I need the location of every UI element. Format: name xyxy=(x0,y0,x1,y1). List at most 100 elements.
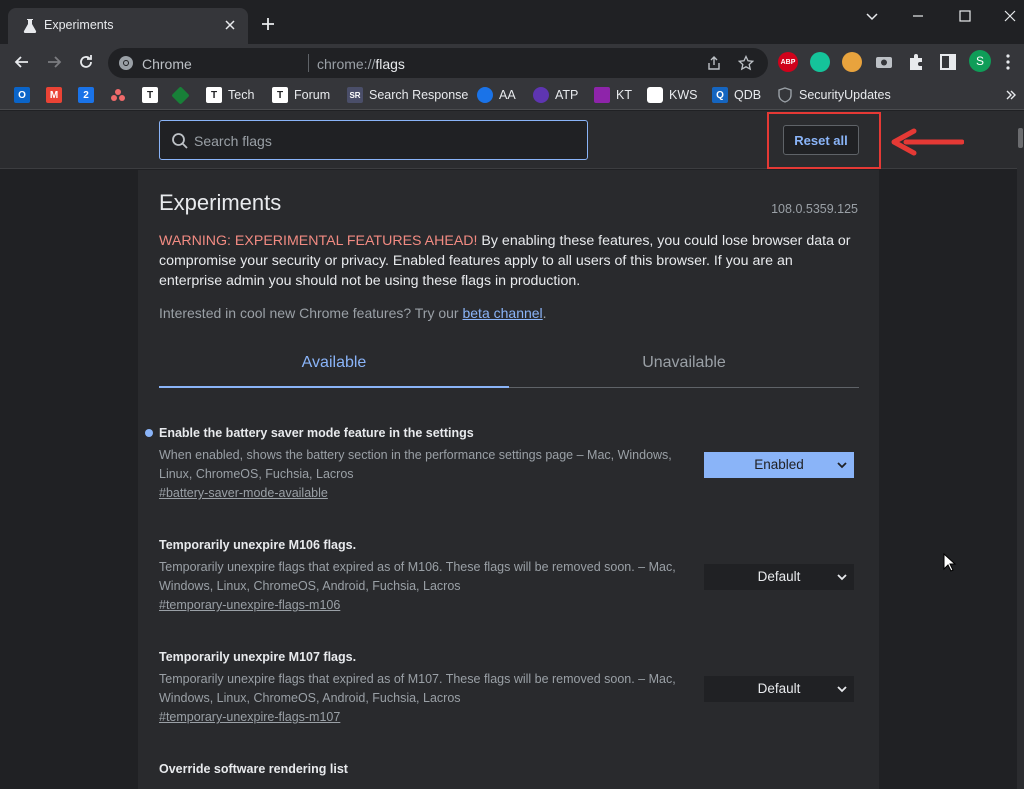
hand-icon xyxy=(533,87,549,103)
bookmark-item[interactable]: T Forum xyxy=(272,85,330,105)
tab-unavailable[interactable]: Unavailable xyxy=(509,354,859,372)
grammarly-icon[interactable] xyxy=(810,52,830,72)
bookmark-label: AA xyxy=(499,88,516,102)
bookmark-item[interactable]: KT xyxy=(594,85,632,105)
search-box xyxy=(159,120,588,160)
flag-item: Override software rendering list xyxy=(159,762,859,776)
tab-search-icon[interactable] xyxy=(860,6,884,26)
bookmark-item[interactable]: SR Search Response xyxy=(347,85,468,105)
tab-strip: Experiments xyxy=(0,0,1024,44)
tab-active-indicator xyxy=(159,386,509,388)
version-label: 108.0.5359.125 xyxy=(771,202,858,216)
flag-description: Temporarily unexpire flags that expired … xyxy=(159,560,676,593)
gmail-icon: M xyxy=(46,87,62,103)
tab-title: Experiments xyxy=(44,18,114,32)
back-icon[interactable] xyxy=(12,52,32,72)
bookmarks-bar: O M 2 T T Tech T Forum SR Search Response A… xyxy=(0,80,1024,110)
outlook-icon: O xyxy=(14,87,30,103)
bookmark-item[interactable]: O xyxy=(14,85,30,105)
beta-channel-link[interactable]: beta channel xyxy=(462,305,542,321)
flag-link[interactable]: #temporary-unexpire-flags-m106 xyxy=(159,598,859,612)
bookmark-item[interactable]: M xyxy=(46,85,62,105)
flag-name: Override software rendering list xyxy=(159,762,348,776)
scrollbar-thumb[interactable] xyxy=(1018,128,1023,148)
browser-tab[interactable]: Experiments xyxy=(8,8,248,44)
camera-icon[interactable] xyxy=(874,52,894,72)
bookmark-star-icon[interactable] xyxy=(738,55,754,71)
flag-select[interactable]: Default xyxy=(704,676,854,702)
bookmark-item[interactable]: AA xyxy=(477,85,516,105)
omnibox-divider xyxy=(308,54,309,72)
fox-extension-icon[interactable] xyxy=(842,52,862,72)
interest-text: Interested in cool new Chrome features? … xyxy=(159,305,547,321)
green-diamond-icon xyxy=(171,85,190,105)
bookmark-item[interactable]: Q QDB xyxy=(712,85,761,105)
chevron-down-icon xyxy=(837,462,847,469)
sr-icon: SR xyxy=(347,87,363,103)
tt-icon: T xyxy=(206,87,222,103)
bookmark-item[interactable] xyxy=(171,85,190,105)
bookmark-label: Forum xyxy=(294,88,331,102)
search-input[interactable] xyxy=(194,130,574,152)
flag-select-value: Enabled xyxy=(754,457,804,472)
mouse-cursor-icon xyxy=(943,553,957,572)
bookmark-item[interactable] xyxy=(110,85,126,105)
minimize-icon[interactable] xyxy=(906,6,930,26)
page-title: Experiments xyxy=(159,190,282,215)
reload-icon[interactable] xyxy=(76,52,96,72)
bookmark-label: KWS xyxy=(669,88,698,102)
profile-avatar[interactable]: S xyxy=(969,50,991,72)
flag-description: Temporarily unexpire flags that expired … xyxy=(159,672,676,705)
puzzle-icon[interactable] xyxy=(906,52,926,72)
kt-icon xyxy=(594,87,610,103)
flag-link[interactable]: #battery-saver-mode-available xyxy=(159,486,859,500)
flag-select[interactable]: Default xyxy=(704,564,854,590)
chevron-down-icon xyxy=(837,686,847,693)
qdb-icon: Q xyxy=(712,87,728,103)
bookmark-item[interactable]: T Tech xyxy=(206,85,254,105)
chevron-right-icon[interactable] xyxy=(1004,88,1018,102)
adblock-icon[interactable]: ABP xyxy=(778,52,798,72)
warning-label: WARNING: EXPERIMENTAL FEATURES AHEAD! xyxy=(159,233,478,249)
flags-header xyxy=(0,111,1017,169)
new-tab-icon[interactable] xyxy=(260,16,276,32)
bookmark-item[interactable]: SecurityUpdates xyxy=(777,85,891,105)
flag-select[interactable]: Enabled xyxy=(704,452,854,478)
maximize-icon[interactable] xyxy=(953,6,977,26)
tt-icon: T xyxy=(142,87,158,103)
bookmark-item[interactable]: T xyxy=(142,85,158,105)
url-text: chrome://flags xyxy=(317,56,405,72)
modified-indicator xyxy=(145,429,153,437)
flag-name: Enable the battery saver mode feature in… xyxy=(159,426,474,440)
tt-icon: T xyxy=(272,87,288,103)
origin-chip: Chrome xyxy=(142,56,192,72)
menu-icon[interactable] xyxy=(998,52,1018,72)
chevron-down-icon xyxy=(837,574,847,581)
share-icon[interactable] xyxy=(706,55,722,71)
flag-select-value: Default xyxy=(757,681,801,696)
bookmark-label: KT xyxy=(616,88,632,102)
flag-description: When enabled, shows the battery section … xyxy=(159,448,672,481)
close-icon[interactable] xyxy=(222,17,238,33)
bookmark-label: QDB xyxy=(734,88,762,102)
asana-icon xyxy=(110,87,126,103)
calendar-icon: 2 xyxy=(78,87,94,103)
chrome-icon xyxy=(119,56,133,70)
window-close-icon[interactable] xyxy=(998,6,1022,26)
bookmark-label: Tech xyxy=(228,88,255,102)
shield-icon xyxy=(777,87,793,103)
bookmark-item[interactable]: ATP xyxy=(533,85,578,105)
bookmark-item[interactable]: KWS xyxy=(647,85,697,105)
bookmark-label: ATP xyxy=(555,88,579,102)
reset-all-button[interactable]: Reset all xyxy=(783,125,859,155)
eye-icon xyxy=(477,87,493,103)
side-panel-icon[interactable] xyxy=(938,52,958,72)
browser-toolbar: Chrome chrome://flags ABP S xyxy=(0,44,1024,80)
warning-text: WARNING: EXPERIMENTAL FEATURES AHEAD! By… xyxy=(159,231,859,291)
flag-link[interactable]: #temporary-unexpire-flags-m107 xyxy=(159,710,859,724)
scrollbar-track[interactable] xyxy=(1017,111,1024,789)
tab-available[interactable]: Available xyxy=(159,354,509,372)
bookmark-item[interactable]: 2 xyxy=(78,85,94,105)
forward-icon[interactable] xyxy=(44,52,64,72)
address-bar[interactable]: Chrome chrome://flags xyxy=(108,48,768,78)
